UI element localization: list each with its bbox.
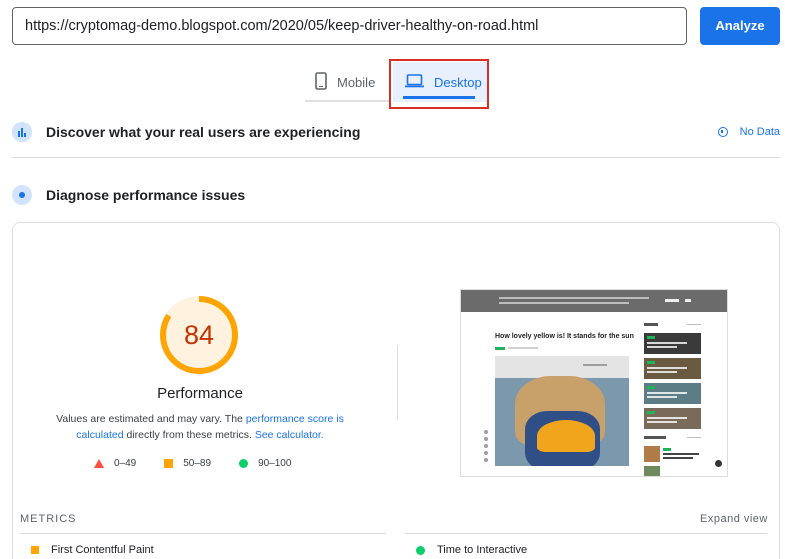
tab-mobile-underline xyxy=(305,100,390,102)
performance-score: 84 xyxy=(183,320,215,350)
legend-average: 50–89 xyxy=(164,458,211,469)
info-icon xyxy=(717,127,728,137)
screenshot-post-image xyxy=(495,356,629,466)
field-data-icon xyxy=(12,122,32,142)
share-icons xyxy=(484,430,489,462)
red-triangle-icon xyxy=(94,459,104,468)
score-description: Values are estimated and may vary. The p… xyxy=(45,411,355,443)
performance-label: Performance xyxy=(157,385,243,402)
field-data-section: Discover what your real users are experi… xyxy=(12,122,780,142)
see-calculator-link[interactable]: See calculator. xyxy=(255,429,324,441)
legend-fail-range: 0–49 xyxy=(114,458,137,469)
metric-name: First Contentful Paint xyxy=(51,544,154,556)
legend-fail: 0–49 xyxy=(94,458,136,469)
metrics-heading: METRICS xyxy=(20,513,77,525)
green-circle-icon xyxy=(416,545,425,555)
page-screenshot: How lovely yellow is! It stands for the … xyxy=(460,289,728,477)
dark-mode-icon xyxy=(715,460,722,467)
analyze-button[interactable]: Analyze xyxy=(700,7,780,45)
screenshot-post-title: How lovely yellow is! It stands for the … xyxy=(495,333,634,340)
score-desc-text: Values are estimated and may vary. The xyxy=(56,413,246,425)
tab-mobile[interactable]: Mobile xyxy=(315,62,390,102)
field-data-title: Discover what your real users are experi… xyxy=(46,124,361,140)
legend-pass-range: 90–100 xyxy=(258,458,292,469)
score-legend: 0–49 50–89 90–100 xyxy=(94,458,319,469)
legend-average-range: 50–89 xyxy=(183,458,212,469)
phone-icon xyxy=(315,71,327,93)
lab-data-icon xyxy=(12,185,32,205)
green-circle-icon xyxy=(239,459,249,468)
no-data-link[interactable]: No Data xyxy=(717,126,780,138)
diagnose-title: Diagnose performance issues xyxy=(46,187,246,203)
url-input[interactable]: https://cryptomag-demo.blogspot.com/2020… xyxy=(12,7,687,45)
orange-square-icon xyxy=(31,546,39,554)
section-divider xyxy=(12,157,780,158)
metric-time-to-interactive: Time to Interactive xyxy=(416,544,527,556)
orange-square-icon xyxy=(164,459,174,468)
no-data-label: No Data xyxy=(739,126,780,138)
metric-first-contentful-paint: First Contentful Paint xyxy=(31,544,154,556)
score-desc-text-2: directly from these metrics. xyxy=(123,429,255,441)
diagnose-section: Diagnose performance issues xyxy=(12,185,780,205)
desktop-tab-highlight-box xyxy=(389,59,489,109)
metric-name: Time to Interactive xyxy=(437,544,528,556)
legend-pass: 90–100 xyxy=(239,458,291,469)
card-vertical-divider xyxy=(397,345,398,420)
tab-mobile-label: Mobile xyxy=(337,74,376,90)
expand-view-button[interactable]: Expand view xyxy=(700,513,768,525)
